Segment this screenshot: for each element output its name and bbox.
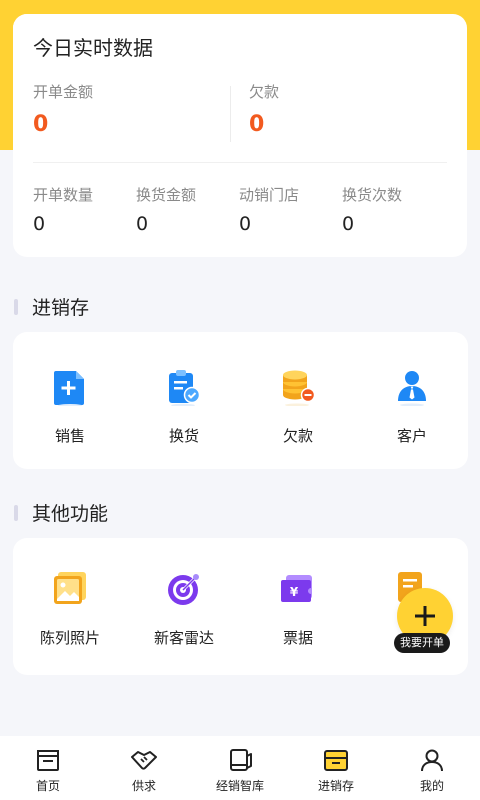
tab-label-inventory: 进销存 [317, 779, 354, 793]
stats-divider-horizontal [33, 162, 447, 163]
grid-item-sales[interactable]: 销售 [13, 367, 127, 446]
sales-doc-icon [50, 367, 90, 407]
grid-label-customer: 客户 [396, 427, 427, 445]
radar-icon [164, 569, 204, 609]
section-accent-bar [14, 504, 18, 521]
grid-item-customer[interactable]: 客户 [355, 367, 469, 446]
plus-icon [415, 606, 435, 626]
tab-knowledge-base[interactable]: 经销智库 [192, 736, 288, 800]
exchange-clipboard-icon [164, 367, 204, 407]
user-icon [418, 746, 446, 774]
tab-supply-demand[interactable]: 供求 [96, 736, 192, 800]
grid-label-tickets: 票据 [282, 629, 313, 647]
section-accent-bar [14, 298, 18, 315]
customer-icon [392, 367, 432, 407]
bottom-tab-bar: 首页 供求 经销智库 进销存 我的 [0, 736, 480, 800]
home-icon [34, 746, 62, 774]
grid-label-exchange: 换货 [168, 427, 199, 445]
stat-value-active-stores[interactable]: 0 [239, 213, 251, 235]
inventory-box-icon [322, 746, 350, 774]
section-header-other: 其他功能 [14, 499, 108, 526]
grid-label-sales: 销售 [54, 427, 85, 445]
stat-label-exchange-amount: 换货金额 [136, 186, 197, 204]
stat-label-exchange-count: 换货次数 [342, 186, 403, 204]
stat-label-active-stores: 动销门店 [239, 186, 300, 204]
stat-label-debt: 欠款 [249, 83, 280, 101]
realtime-stats-card: 今日实时数据 开单金额 0 欠款 0 开单数量 0 换货金额 0 动销门店 0 … [13, 14, 467, 257]
handshake-icon [130, 746, 158, 774]
grid-item-exchange[interactable]: 换货 [127, 367, 241, 446]
tab-label-knowledge-base: 经销智库 [215, 779, 264, 793]
grid-label-debt: 欠款 [282, 427, 313, 445]
grid-item-tickets[interactable]: ¥ 票据 [241, 569, 355, 648]
grid-item-debt[interactable]: 欠款 [241, 367, 355, 446]
section-header-jxc: 进销存 [14, 293, 89, 320]
book-icon [226, 746, 254, 774]
stats-title: 今日实时数据 [33, 36, 153, 60]
stats-divider-vertical [230, 86, 231, 142]
section-title-other: 其他功能 [32, 503, 109, 525]
create-order-label[interactable]: 我要开单 [394, 633, 450, 653]
stat-value-exchange-count[interactable]: 0 [342, 213, 354, 235]
stat-value-debt[interactable]: 0 [249, 112, 264, 137]
photo-icon [50, 569, 90, 609]
section-title-jxc: 进销存 [32, 297, 90, 319]
svg-text:¥: ¥ [290, 585, 299, 599]
tab-label-profile: 我的 [419, 779, 444, 793]
tab-inventory[interactable]: 进销存 [288, 736, 384, 800]
jxc-grid-card: 销售 换货 欠款 客户 [13, 332, 468, 469]
stat-label-order-amount: 开单金额 [33, 83, 94, 101]
stat-label-order-count: 开单数量 [33, 186, 94, 204]
coins-icon [278, 367, 318, 407]
tab-home[interactable]: 首页 [0, 736, 96, 800]
stat-value-order-amount[interactable]: 0 [33, 112, 48, 137]
stat-value-order-count[interactable]: 0 [33, 213, 45, 235]
grid-label-display-photos: 陈列照片 [39, 629, 100, 647]
tab-label-supply-demand: 供求 [131, 779, 156, 793]
tab-profile[interactable]: 我的 [384, 736, 480, 800]
grid-item-new-customer-radar[interactable]: 新客雷达 [127, 569, 241, 648]
grid-label-new-customer-radar: 新客雷达 [153, 629, 214, 647]
grid-item-display-photos[interactable]: 陈列照片 [13, 569, 127, 648]
stat-value-exchange-amount[interactable]: 0 [136, 213, 148, 235]
ticket-icon: ¥ [278, 569, 318, 609]
tab-label-home: 首页 [35, 779, 60, 793]
